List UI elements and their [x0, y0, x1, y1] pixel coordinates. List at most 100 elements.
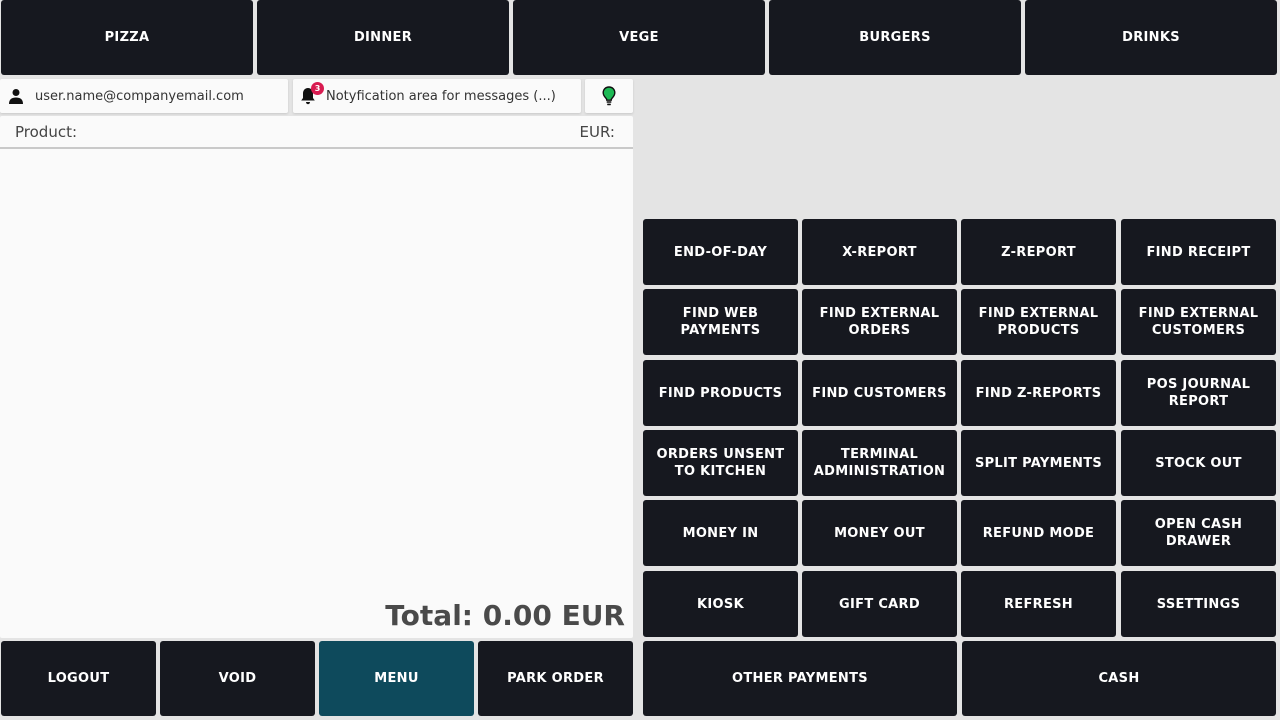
- button-label-line: POS JOURNAL: [1146, 377, 1251, 392]
- z-report-button[interactable]: Z-REPORT: [961, 219, 1116, 285]
- button-label-line: MONEY IN: [682, 525, 759, 541]
- find-customers-button[interactable]: FIND CUSTOMERS: [802, 360, 957, 426]
- user-info[interactable]: user.name@companyemail.com: [0, 79, 288, 113]
- split-payments-button[interactable]: SPLIT PAYMENTS: [961, 430, 1116, 496]
- category-label: BURGERS: [859, 30, 931, 45]
- category-dinner[interactable]: DINNER: [257, 0, 509, 75]
- currency-column-header: EUR:: [579, 122, 615, 141]
- x-report-button[interactable]: X-REPORT: [802, 219, 957, 285]
- button-label-line: KIOSK: [697, 596, 744, 612]
- find-products-button[interactable]: FIND PRODUCTS: [643, 360, 798, 426]
- button-label: VOID: [218, 671, 257, 686]
- bell-icon: 3: [300, 82, 324, 105]
- find-receipt-button[interactable]: FIND RECEIPT: [1121, 219, 1276, 285]
- button-label-line: ORDERS: [848, 323, 911, 338]
- park-order-button[interactable]: PARK ORDER: [478, 641, 633, 716]
- pos-journal-report-button[interactable]: POS JOURNAL REPORT: [1121, 360, 1276, 426]
- open-cash-drawer-button[interactable]: OPEN CASH DRAWER: [1121, 500, 1276, 566]
- button-label-line: CUSTOMERS: [1151, 323, 1246, 338]
- button-label: POS JOURNAL REPORT: [1147, 376, 1250, 410]
- button-label: MONEY OUT: [834, 525, 925, 542]
- button-label: REFUND MODE: [983, 525, 1094, 542]
- button-label: MONEY IN: [683, 525, 759, 542]
- button-label: FIND WEB PAYMENTS: [681, 305, 761, 339]
- order-header: Product: EUR:: [0, 116, 633, 149]
- button-label: END-OF-DAY: [674, 244, 767, 261]
- logout-button[interactable]: LOGOUT: [1, 641, 156, 716]
- order-total: Total: 0.00 EUR: [385, 599, 625, 632]
- button-label-line: FIND EXTERNAL: [978, 306, 1099, 321]
- button-label-line: FIND EXTERNAL: [1138, 306, 1259, 321]
- cash-button[interactable]: CASH: [962, 641, 1276, 716]
- status-indicator[interactable]: [585, 79, 633, 113]
- find-z-reports-button[interactable]: FIND Z-REPORTS: [961, 360, 1116, 426]
- other-payments-button[interactable]: OTHER PAYMENTS: [643, 641, 957, 716]
- button-label-line: STOCK OUT: [1155, 455, 1242, 471]
- button-label-line: FIND WEB: [682, 306, 759, 321]
- button-label-line: PRODUCTS: [997, 323, 1080, 338]
- category-vege[interactable]: VEGE: [513, 0, 765, 75]
- order-panel: Product: EUR: Total: 0.00 EUR: [0, 116, 633, 638]
- button-label: GIFT CARD: [839, 596, 920, 613]
- button-label: SSETTINGS: [1157, 596, 1241, 613]
- category-pizza[interactable]: PIZZA: [1, 0, 253, 75]
- terminal-administration-button[interactable]: TERMINAL ADMINISTRATION: [802, 430, 957, 496]
- gift-card-button[interactable]: GIFT CARD: [802, 571, 957, 637]
- button-label-line: TERMINAL: [840, 447, 919, 462]
- category-label: PIZZA: [104, 30, 150, 45]
- button-label: LOGOUT: [47, 671, 110, 686]
- void-button[interactable]: VOID: [160, 641, 315, 716]
- product-column-header: Product:: [15, 122, 78, 141]
- button-label: KIOSK: [697, 596, 744, 613]
- button-label-line: SSETTINGS: [1156, 596, 1241, 612]
- find-web-payments-button[interactable]: FIND WEB PAYMENTS: [643, 289, 798, 355]
- category-burgers[interactable]: BURGERS: [769, 0, 1021, 75]
- find-external-products-button[interactable]: FIND EXTERNAL PRODUCTS: [961, 289, 1116, 355]
- button-label: OPEN CASH DRAWER: [1155, 516, 1242, 550]
- button-label: REFRESH: [1004, 596, 1073, 613]
- button-label: X-REPORT: [842, 244, 917, 261]
- category-label: VEGE: [619, 30, 659, 45]
- button-label: FIND Z-REPORTS: [976, 385, 1102, 402]
- button-label: SPLIT PAYMENTS: [975, 455, 1102, 472]
- button-label: Z-REPORT: [1001, 244, 1076, 261]
- button-label-line: GIFT CARD: [839, 596, 920, 612]
- orders-unsent-to-kitchen-button[interactable]: ORDERS UNSENT TO KITCHEN: [643, 430, 798, 496]
- find-external-orders-button[interactable]: FIND EXTERNAL ORDERS: [802, 289, 957, 355]
- button-label-line: FIND CUSTOMERS: [812, 385, 947, 401]
- button-label: OTHER PAYMENTS: [732, 671, 868, 686]
- refund-mode-button[interactable]: REFUND MODE: [961, 500, 1116, 566]
- kiosk-button[interactable]: KIOSK: [643, 571, 798, 637]
- category-label: DINNER: [353, 30, 413, 45]
- button-label-line: ADMINISTRATION: [813, 464, 946, 479]
- button-label: MENU: [374, 671, 419, 686]
- button-label-line: FIND RECEIPT: [1146, 244, 1251, 260]
- refresh-button[interactable]: REFRESH: [961, 571, 1116, 637]
- button-label: CASH: [1098, 671, 1140, 686]
- button-label: TERMINAL ADMINISTRATION: [814, 446, 945, 480]
- ssettings-button[interactable]: SSETTINGS: [1121, 571, 1276, 637]
- button-label-line: PAYMENTS: [680, 323, 761, 338]
- notification-area[interactable]: 3 Notyfication area for messages (...): [293, 79, 581, 113]
- button-label-line: SPLIT PAYMENTS: [974, 455, 1103, 471]
- money-out-button[interactable]: MONEY OUT: [802, 500, 957, 566]
- order-items-list[interactable]: [0, 151, 633, 588]
- money-in-button[interactable]: MONEY IN: [643, 500, 798, 566]
- button-label-line: REFUND MODE: [982, 525, 1095, 541]
- stock-out-button[interactable]: STOCK OUT: [1121, 430, 1276, 496]
- end-of-day-button[interactable]: END-OF-DAY: [643, 219, 798, 285]
- button-label-line: DRAWER: [1165, 534, 1232, 549]
- button-label: STOCK OUT: [1155, 455, 1242, 472]
- menu-button[interactable]: MENU: [319, 641, 474, 716]
- button-label-line: FIND EXTERNAL: [819, 306, 940, 321]
- button-label-line: TO KITCHEN: [674, 464, 767, 479]
- user-email: user.name@companyemail.com: [35, 88, 244, 104]
- button-label: FIND EXTERNAL ORDERS: [820, 305, 940, 339]
- button-label-line: FIND Z-REPORTS: [975, 385, 1102, 401]
- notification-text: Notyfication area for messages (...): [326, 88, 556, 104]
- category-drinks[interactable]: DRINKS: [1025, 0, 1277, 75]
- button-label-line: OPEN CASH: [1154, 517, 1243, 532]
- find-external-customers-button[interactable]: FIND EXTERNAL CUSTOMERS: [1121, 289, 1276, 355]
- button-label: FIND RECEIPT: [1146, 244, 1250, 261]
- category-label: DRINKS: [1122, 30, 1180, 45]
